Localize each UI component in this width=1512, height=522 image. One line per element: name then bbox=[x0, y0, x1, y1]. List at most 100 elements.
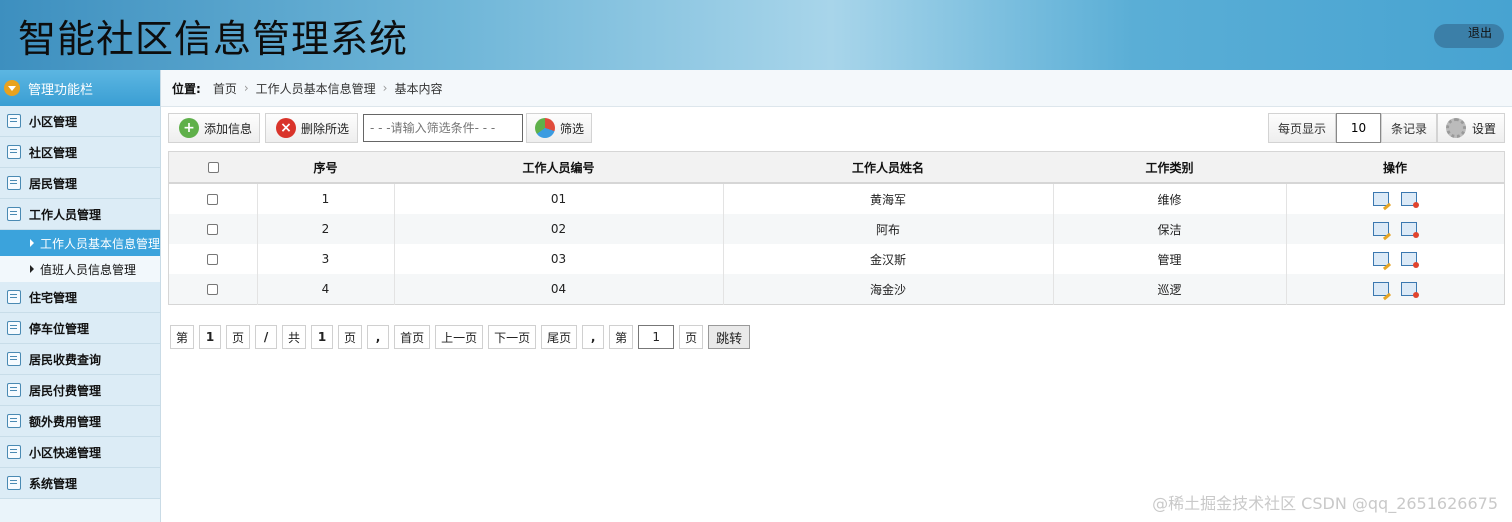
cell-no: 4 bbox=[256, 274, 394, 305]
logout-button[interactable]: 退出 bbox=[1434, 24, 1504, 48]
select-all-checkbox[interactable] bbox=[207, 162, 219, 173]
sidebar-item-community[interactable]: 小区管理 bbox=[0, 106, 160, 137]
sidebar-item-payment[interactable]: 居民付费管理 bbox=[0, 375, 160, 406]
sidebar-subitem-staff-basic[interactable]: 工作人员基本信息管理 bbox=[0, 230, 160, 256]
delete-selected-button[interactable]: × 删除所选 bbox=[265, 113, 358, 143]
table-header-row: 序号 工作人员编号 工作人员姓名 工作类别 操作 bbox=[168, 151, 1505, 184]
delete-icon[interactable] bbox=[1401, 192, 1420, 209]
pager-slash: / bbox=[255, 325, 278, 349]
close-icon: × bbox=[276, 118, 296, 138]
app-title: 智能社区信息管理系统 bbox=[18, 17, 409, 61]
chevron-down-icon bbox=[4, 80, 20, 96]
delete-icon[interactable] bbox=[1401, 222, 1420, 239]
row-checkbox[interactable] bbox=[207, 254, 219, 265]
cell-name: 海金沙 bbox=[722, 274, 1053, 305]
next-page-button[interactable]: 下一页 bbox=[488, 325, 537, 349]
pager-current-page: 1 bbox=[199, 325, 222, 349]
filter-input[interactable] bbox=[363, 114, 523, 142]
pager-comma2: , bbox=[582, 325, 605, 349]
cell-type: 管理 bbox=[1052, 244, 1286, 274]
settings-button[interactable]: 设置 bbox=[1437, 113, 1505, 143]
sidebar-item-label: 小区快递管理 bbox=[29, 445, 102, 460]
caret-right-icon bbox=[30, 265, 34, 273]
cell-name: 黄海军 bbox=[722, 183, 1053, 214]
filter-button[interactable]: 筛选 bbox=[526, 113, 592, 143]
sidebar-header-label: 管理功能栏 bbox=[28, 82, 94, 98]
sidebar-item-staff[interactable]: 工作人员管理 bbox=[0, 199, 160, 230]
sidebar-item-label: 额外费用管理 bbox=[29, 414, 102, 429]
calendar-icon bbox=[7, 290, 21, 304]
first-page-button[interactable]: 首页 bbox=[394, 325, 431, 349]
app-header: 智能社区信息管理系统 退出 bbox=[0, 0, 1512, 70]
pager-total-pages: 1 bbox=[311, 325, 334, 349]
breadcrumb-label: 位置: bbox=[172, 81, 201, 96]
sidebar-item-fee-query[interactable]: 居民收费查询 bbox=[0, 344, 160, 375]
cell-no: 2 bbox=[256, 214, 394, 244]
col-header-no: 序号 bbox=[257, 151, 394, 184]
jump-page-input[interactable]: 1 bbox=[638, 325, 675, 349]
last-page-button[interactable]: 尾页 bbox=[541, 325, 578, 349]
jump-button[interactable]: 跳转 bbox=[708, 325, 751, 349]
sidebar-item-express[interactable]: 小区快递管理 bbox=[0, 437, 160, 468]
sidebar-item-residents[interactable]: 居民管理 bbox=[0, 168, 160, 199]
add-button[interactable]: + 添加信息 bbox=[168, 113, 260, 143]
row-checkbox[interactable] bbox=[207, 284, 219, 295]
cell-type: 保洁 bbox=[1052, 214, 1286, 244]
settings-button-label: 设置 bbox=[1472, 121, 1497, 136]
delete-icon[interactable] bbox=[1401, 252, 1420, 269]
sidebar-header[interactable]: 管理功能栏 bbox=[0, 70, 160, 106]
sidebar-item-extra-fee[interactable]: 额外费用管理 bbox=[0, 406, 160, 437]
sidebar-item-label: 工作人员管理 bbox=[29, 207, 102, 222]
cell-actions bbox=[1285, 244, 1505, 274]
edit-icon[interactable] bbox=[1373, 252, 1390, 267]
per-page-control: 每页显示 条记录 bbox=[1267, 113, 1437, 143]
sidebar: 管理功能栏 小区管理 社区管理 居民管理 工作人员管理 工作人员基本信息管理 值… bbox=[0, 70, 161, 522]
sidebar-item-label: 居民管理 bbox=[29, 176, 78, 191]
pager-comma: , bbox=[367, 325, 390, 349]
sidebar-item-neighborhood[interactable]: 社区管理 bbox=[0, 137, 160, 168]
sidebar-item-label: 居民收费查询 bbox=[29, 352, 102, 367]
toolbar: + 添加信息 × 删除所选 筛选 每页显示 条记录 设置 bbox=[168, 113, 1505, 145]
sidebar-item-housing[interactable]: 住宅管理 bbox=[0, 282, 160, 313]
sidebar-subitem-label: 值班人员信息管理 bbox=[40, 262, 137, 277]
cell-id: 03 bbox=[393, 244, 723, 274]
row-checkbox[interactable] bbox=[207, 224, 219, 235]
edit-icon[interactable] bbox=[1373, 282, 1390, 297]
edit-icon[interactable] bbox=[1373, 222, 1390, 237]
staff-table: 序号 工作人员编号 工作人员姓名 工作类别 操作 1 01 黄海军 维修 2 0… bbox=[168, 151, 1505, 305]
calendar-icon bbox=[7, 414, 21, 428]
table-row: 4 04 海金沙 巡逻 bbox=[168, 274, 1505, 305]
edit-icon[interactable] bbox=[1373, 192, 1390, 207]
row-select-cell bbox=[168, 274, 257, 305]
pager-di: 第 bbox=[170, 325, 195, 349]
row-checkbox[interactable] bbox=[207, 194, 219, 205]
col-header-id: 工作人员编号 bbox=[394, 151, 723, 184]
calendar-icon bbox=[7, 352, 21, 366]
delete-icon[interactable] bbox=[1401, 282, 1420, 299]
breadcrumb-separator-icon: › bbox=[382, 81, 388, 95]
col-header-actions: 操作 bbox=[1286, 151, 1505, 184]
sidebar-item-label: 小区管理 bbox=[29, 114, 78, 129]
pager-ye2: 页 bbox=[338, 325, 363, 349]
sidebar-subitem-duty[interactable]: 值班人员信息管理 bbox=[0, 256, 160, 282]
logout-label: 退出 bbox=[1467, 26, 1492, 40]
filter-button-label: 筛选 bbox=[560, 121, 585, 136]
cell-actions bbox=[1285, 183, 1505, 214]
cell-actions bbox=[1285, 214, 1505, 244]
edit-icon bbox=[7, 176, 21, 190]
row-select-cell bbox=[168, 183, 257, 214]
cell-id: 02 bbox=[393, 214, 723, 244]
per-page-label: 每页显示 bbox=[1267, 113, 1336, 143]
sidebar-item-system[interactable]: 系统管理 bbox=[0, 468, 160, 499]
row-select-cell bbox=[168, 214, 257, 244]
prev-page-button[interactable]: 上一页 bbox=[435, 325, 484, 349]
breadcrumb-staff[interactable]: 工作人员基本信息管理 bbox=[256, 80, 376, 97]
table-row: 1 01 黄海军 维修 bbox=[168, 183, 1505, 214]
per-page-input[interactable] bbox=[1335, 113, 1381, 143]
watermark: @稀土掘金技术社区 CSDN @qq_2651626675 bbox=[1152, 494, 1498, 513]
breadcrumb-home[interactable]: 首页 bbox=[213, 80, 237, 97]
sidebar-item-parking[interactable]: 停车位管理 bbox=[0, 313, 160, 344]
pager-di2: 第 bbox=[609, 325, 634, 349]
add-button-label: 添加信息 bbox=[204, 121, 253, 136]
list-icon bbox=[7, 114, 21, 128]
